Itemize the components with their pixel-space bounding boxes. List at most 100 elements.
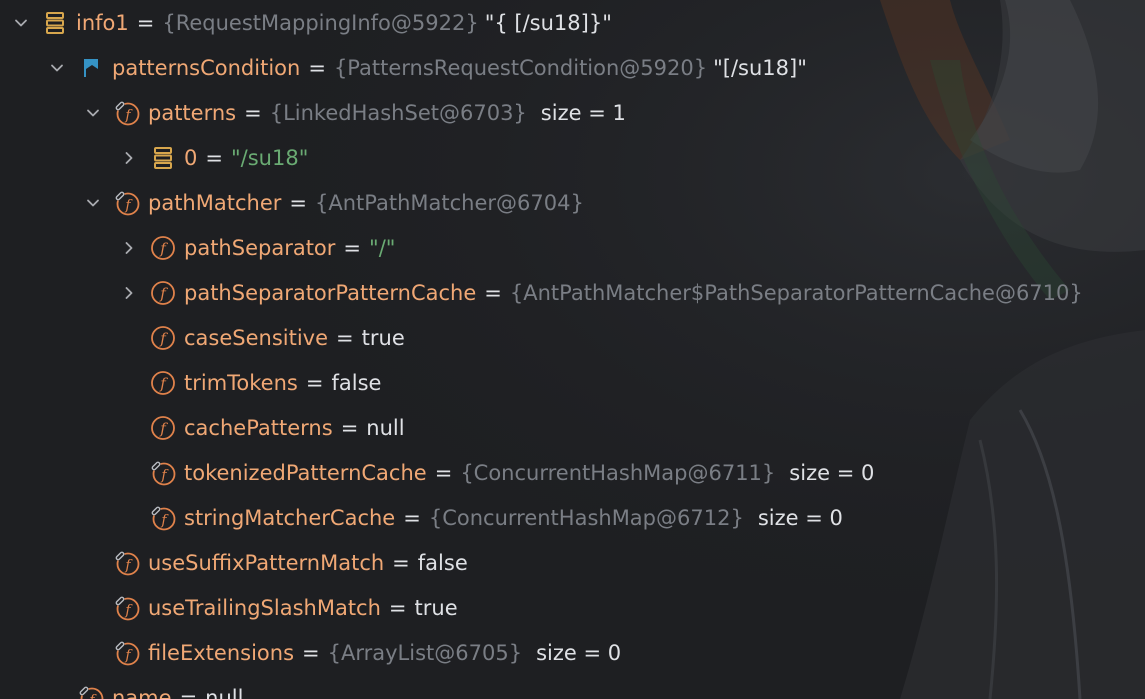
equals-sign: = <box>392 550 410 575</box>
variable-name: patternsCondition <box>112 55 301 80</box>
variable-name: fileExtensions <box>148 640 295 665</box>
variable-name: cachePatterns <box>184 415 333 440</box>
svg-text:f: f <box>124 107 133 123</box>
variable-name: trimTokens <box>184 370 298 395</box>
tree-row-string-matcher-cache[interactable]: f stringMatcherCache = {ConcurrentHashMap@6… <box>0 495 1145 540</box>
stack-icon <box>150 145 176 171</box>
equals-sign: = <box>336 325 354 350</box>
svg-text:f: f <box>159 239 168 257</box>
equals-sign: = <box>205 145 223 170</box>
tree-row-file-extensions[interactable]: f fileExtensions = {ArrayList@6705} size = 0 <box>0 630 1145 675</box>
svg-text:f: f <box>159 284 168 302</box>
field-final-icon: f <box>114 190 140 216</box>
tree-row-name[interactable]: f name = null <box>0 675 1145 699</box>
field-final-icon: f <box>78 685 104 699</box>
chevron-down-icon[interactable] <box>10 12 32 34</box>
variable-name: useTrailingSlashMatch <box>148 595 381 620</box>
tree-row-tokenized-pattern-cache[interactable]: f tokenizedPatternCache = {ConcurrentHashMa… <box>0 450 1145 495</box>
chevron-down-icon[interactable] <box>82 192 104 214</box>
svg-text:f: f <box>124 602 133 618</box>
equals-sign: = <box>308 55 326 80</box>
equals-sign: = <box>484 280 502 305</box>
literal-value: true <box>361 325 405 350</box>
svg-text:f: f <box>124 647 133 663</box>
object-reference: {ConcurrentHashMap@6711} <box>460 460 776 485</box>
svg-text:f: f <box>88 692 97 699</box>
tree-row-patterns-condition[interactable]: patternsCondition = {PatternsRequestCondit… <box>0 45 1145 90</box>
tree-row-patterns[interactable]: f patterns = {LinkedHashSet@6703} size = 1 <box>0 90 1145 135</box>
chevron-right-icon[interactable] <box>118 147 140 169</box>
svg-text:f: f <box>160 467 169 483</box>
object-reference: {LinkedHashSet@6703} <box>269 100 527 125</box>
tree-row-item-0[interactable]: 0 = "/su18" <box>0 135 1145 180</box>
tree-row-cache-patterns[interactable]: f cachePatterns = null <box>0 405 1145 450</box>
field-final-icon: f <box>114 100 140 126</box>
equals-sign: = <box>302 640 320 665</box>
object-reference: {AntPathMatcher@6704} <box>314 190 584 215</box>
chevron-right-icon[interactable] <box>118 282 140 304</box>
svg-text:f: f <box>159 374 168 392</box>
literal-value: null <box>366 415 405 440</box>
object-value: "[/su18]" <box>713 55 807 80</box>
object-reference: {ConcurrentHashMap@6712} <box>428 505 744 530</box>
chevron-down-icon[interactable] <box>82 102 104 124</box>
variable-name: useSuffixPatternMatch <box>148 550 385 575</box>
field-icon: f <box>150 235 176 261</box>
collection-size: size = 0 <box>789 460 875 485</box>
tree-row-info1[interactable]: info1 = {RequestMappingInfo@5922} "{ [/su18… <box>0 0 1145 45</box>
object-reference: {PatternsRequestCondition@5920} <box>333 55 708 80</box>
tree-row-path-matcher[interactable]: f pathMatcher = {AntPathMatcher@6704} <box>0 180 1145 225</box>
string-value: "/su18" <box>230 145 309 170</box>
object-reference: {ArrayList@6705} <box>327 640 523 665</box>
tree-row-use-suffix-pattern-match[interactable]: f useSuffixPatternMatch = false <box>0 540 1145 585</box>
tree-row-path-separator[interactable]: f pathSeparator = "/" <box>0 225 1145 270</box>
variable-name: 0 <box>184 145 198 170</box>
equals-sign: = <box>305 370 324 395</box>
variable-name: tokenizedPatternCache <box>184 460 427 485</box>
literal-value: null <box>205 685 244 699</box>
object-value: "{ [/su18]}" <box>484 10 612 35</box>
collection-size: size = 1 <box>540 100 626 125</box>
literal-value: true <box>414 595 458 620</box>
equals-sign: = <box>179 685 198 699</box>
field-icon: f <box>150 415 176 441</box>
field-icon: f <box>150 280 176 306</box>
field-final-icon: f <box>150 460 176 486</box>
string-value: "/" <box>369 235 396 260</box>
equals-sign: = <box>340 415 359 440</box>
collection-size: size = 0 <box>536 640 622 665</box>
flag-icon <box>78 55 104 81</box>
variable-name: name <box>112 685 172 699</box>
svg-text:f: f <box>159 329 168 347</box>
equals-sign: = <box>136 10 155 35</box>
literal-value: false <box>331 370 382 395</box>
equals-sign: = <box>403 505 421 530</box>
variable-name: info1 <box>76 10 129 35</box>
chevron-down-icon[interactable] <box>46 57 68 79</box>
field-final-icon: f <box>150 505 176 531</box>
svg-text:f: f <box>124 197 133 213</box>
literal-value: false <box>417 550 468 575</box>
equals-sign: = <box>434 460 453 485</box>
tree-row-case-sensitive[interactable]: f caseSensitive = true <box>0 315 1145 360</box>
tree-row-use-trailing-slash-match[interactable]: f useTrailingSlashMatch = true <box>0 585 1145 630</box>
object-reference: {AntPathMatcher$PathSeparatorPatternCach… <box>509 280 1083 305</box>
field-icon: f <box>150 370 176 396</box>
variable-name: patterns <box>148 100 237 125</box>
collection-size: size = 0 <box>757 505 843 530</box>
equals-sign: = <box>244 100 262 125</box>
equals-sign: = <box>343 235 362 260</box>
field-final-icon: f <box>114 595 140 621</box>
field-final-icon: f <box>114 550 140 576</box>
svg-text:f: f <box>160 512 169 528</box>
object-reference: {RequestMappingInfo@5922} <box>162 10 479 35</box>
equals-sign: = <box>289 190 307 215</box>
chevron-right-icon[interactable] <box>118 237 140 259</box>
svg-text:f: f <box>124 557 133 573</box>
variable-name: pathSeparator <box>184 235 336 260</box>
tree-row-path-separator-pattern-cache[interactable]: f pathSeparatorPatternCache = {AntPathMatch… <box>0 270 1145 315</box>
tree-row-trim-tokens[interactable]: f trimTokens = false <box>0 360 1145 405</box>
equals-sign: = <box>388 595 407 620</box>
field-icon: f <box>150 325 176 351</box>
variable-name: pathMatcher <box>148 190 282 215</box>
